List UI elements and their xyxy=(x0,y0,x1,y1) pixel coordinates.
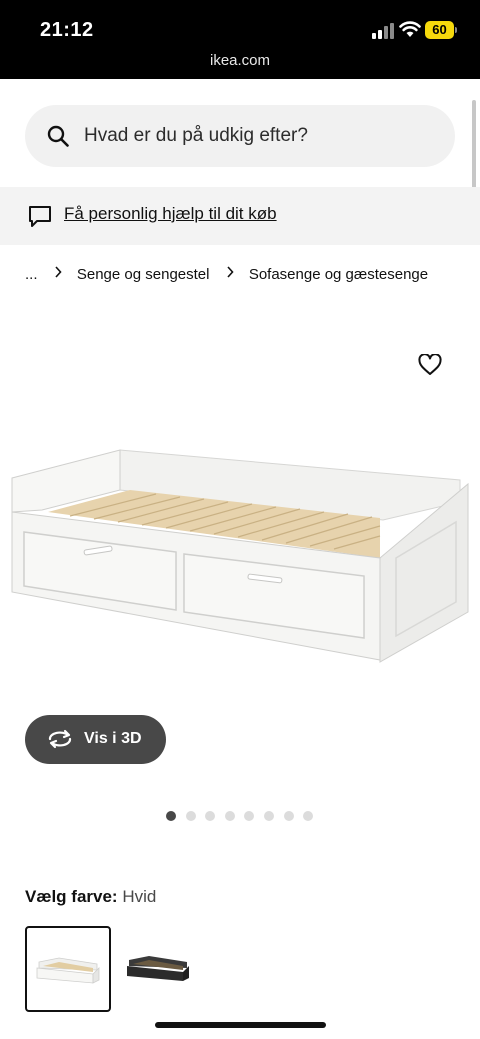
breadcrumb-item-beds[interactable]: Senge og sengestel xyxy=(77,266,210,283)
color-select-title: Vælg farve: xyxy=(25,887,118,906)
color-select-label: Vælg farve: Hvid xyxy=(25,887,156,907)
gallery-dot[interactable] xyxy=(303,811,313,821)
color-option-black[interactable] xyxy=(117,926,203,1012)
gallery-dot[interactable] xyxy=(166,811,176,821)
white-daybed-thumbnail xyxy=(36,957,100,984)
gallery-dot[interactable] xyxy=(225,811,235,821)
search-icon xyxy=(47,125,69,147)
cellular-signal-icon xyxy=(372,23,394,39)
gallery-dot[interactable] xyxy=(205,811,215,821)
black-daybed-thumbnail xyxy=(127,956,189,981)
color-option-white[interactable] xyxy=(25,926,111,1012)
battery-icon: 60 xyxy=(425,21,457,39)
battery-level: 60 xyxy=(425,21,454,39)
search-input[interactable]: Hvad er du på udkig efter? xyxy=(25,105,455,167)
breadcrumb: ... Senge og sengestel Sofasenge og gæst… xyxy=(25,265,428,285)
product-image[interactable] xyxy=(8,440,472,665)
color-select-value: Hvid xyxy=(122,887,157,906)
chevron-right-icon xyxy=(227,266,234,278)
search-placeholder: Hvad er du på udkig efter? xyxy=(84,125,308,146)
gallery-dot[interactable] xyxy=(264,811,274,821)
view-3d-button[interactable]: Vis i 3D xyxy=(25,715,166,764)
help-banner[interactable]: Få personlig hjælp til dit køb xyxy=(0,187,480,245)
breadcrumb-ellipsis[interactable]: ... xyxy=(25,266,38,283)
url-domain[interactable]: ikea.com xyxy=(0,52,480,69)
help-link[interactable]: Få personlig hjælp til dit køb xyxy=(64,204,277,224)
chevron-right-icon xyxy=(55,266,62,278)
breadcrumb-item-sofabeds[interactable]: Sofasenge og gæstesenge xyxy=(249,266,428,283)
home-indicator[interactable] xyxy=(155,1022,326,1028)
view-3d-label: Vis i 3D xyxy=(84,730,142,747)
status-bar: 21:12 60 ikea.com xyxy=(0,0,480,79)
gallery-dot[interactable] xyxy=(186,811,196,821)
rotate-icon xyxy=(48,729,72,749)
gallery-dot[interactable] xyxy=(244,811,254,821)
wifi-icon xyxy=(399,21,421,37)
chat-bubble-icon xyxy=(29,206,51,227)
gallery-dot[interactable] xyxy=(284,811,294,821)
heart-icon[interactable] xyxy=(418,354,442,376)
status-time: 21:12 xyxy=(40,19,94,41)
